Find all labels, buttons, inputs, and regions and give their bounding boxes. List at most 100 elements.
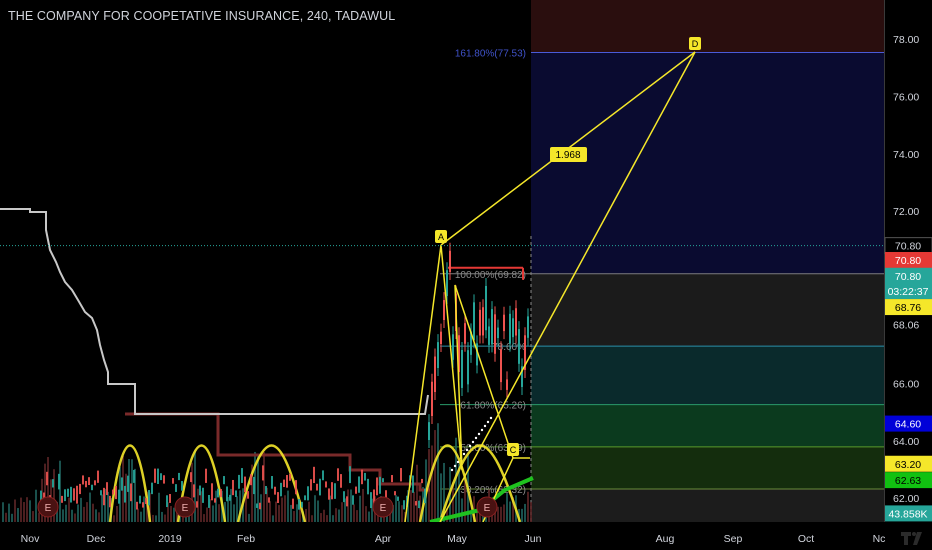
candle (115, 485, 117, 500)
candle (259, 502, 261, 510)
pattern-point-label: C (510, 445, 517, 455)
candle (421, 478, 423, 484)
psar-dot (465, 448, 469, 452)
volume-bar (26, 497, 28, 522)
candle (166, 495, 168, 508)
candle (322, 470, 324, 481)
candle (61, 495, 63, 503)
candle (331, 482, 333, 500)
volume-bar (62, 509, 64, 522)
volume-bar (335, 508, 337, 522)
candle (301, 501, 303, 508)
price-chart[interactable]: 161.80%(77.53) 100.00%(69.82) 78.60% 61.80%… (0, 0, 932, 550)
volume-bar (461, 498, 463, 522)
candle (154, 468, 156, 483)
x-axis-tick: Dec (87, 533, 106, 545)
candle (67, 488, 69, 497)
candle (412, 475, 414, 493)
candle (226, 486, 228, 502)
volume-bar (353, 504, 355, 522)
fib-zone (531, 346, 884, 405)
candle (283, 479, 285, 488)
candle (235, 490, 237, 497)
volume-bar (116, 505, 118, 522)
candle (136, 501, 138, 510)
volume-bar (524, 503, 526, 522)
candle (382, 478, 384, 483)
candle (467, 350, 469, 385)
candle (52, 479, 54, 488)
candle (64, 489, 66, 502)
candle (175, 484, 177, 492)
price-label-text: 64.60 (895, 419, 921, 431)
volume-bar (314, 495, 316, 522)
psar-dot (453, 464, 457, 468)
candle (112, 489, 114, 495)
fib-zone (531, 273, 884, 347)
event-marker-label: E (45, 503, 52, 514)
fib-zone (531, 52, 884, 274)
candle (199, 485, 201, 496)
candle (295, 480, 297, 495)
x-axis-tick: Aug (656, 533, 675, 545)
candle (488, 326, 490, 345)
psar-dot (450, 468, 454, 472)
volume-bar (341, 502, 343, 522)
candle (440, 331, 442, 344)
candle (503, 314, 505, 332)
volume-bar (356, 510, 358, 522)
candle (400, 468, 402, 482)
volume-bar (140, 511, 142, 522)
y-axis-tick: 76.00 (893, 91, 919, 103)
candle (142, 502, 144, 508)
candle (256, 503, 258, 508)
fib-zone (531, 0, 884, 53)
candle (79, 483, 81, 495)
price-label-text: 63.20 (895, 459, 921, 471)
candle (461, 350, 463, 388)
volume-bar (164, 514, 166, 522)
price-label-text: 70.80 (895, 241, 921, 253)
candle (491, 309, 493, 345)
volume-bar (500, 506, 502, 522)
candle (364, 472, 366, 481)
volume-bar (308, 501, 310, 522)
event-marker: E (476, 496, 498, 518)
y-axis-tick: 78.00 (893, 34, 919, 46)
candle (247, 491, 249, 499)
x-axis-tick: Feb (237, 533, 255, 545)
candle (262, 465, 264, 481)
psar-dot (486, 420, 490, 424)
price-label: 70.80 (885, 267, 932, 284)
volume-bar (326, 515, 328, 522)
volume-bar (29, 500, 31, 522)
candle (172, 478, 174, 484)
volume-bar (410, 490, 412, 522)
price-label: 62.63 (885, 472, 932, 489)
candle (73, 488, 75, 501)
candle (193, 484, 195, 498)
volume-bar (20, 497, 22, 522)
candle (527, 316, 529, 338)
volume-bar (521, 508, 523, 522)
volume-bar (332, 515, 334, 522)
volume-bar (5, 512, 7, 522)
price-label-text: 70.80 (895, 255, 921, 267)
volume-bar (77, 504, 79, 522)
candle (163, 475, 165, 484)
candle (229, 494, 231, 501)
volume-bar (401, 505, 403, 522)
candle (151, 482, 153, 495)
volume-bar (323, 509, 325, 522)
volume-bar (530, 502, 532, 522)
price-label: 70.80 (884, 237, 932, 255)
candle (148, 490, 150, 506)
candle (319, 478, 321, 496)
candle (196, 501, 198, 508)
volume-bar (233, 504, 235, 522)
event-marker-label: E (182, 503, 189, 514)
volume-bar (11, 513, 13, 522)
volume-bar (296, 504, 298, 522)
candle (500, 349, 502, 383)
pattern-point-a: A (435, 230, 447, 243)
